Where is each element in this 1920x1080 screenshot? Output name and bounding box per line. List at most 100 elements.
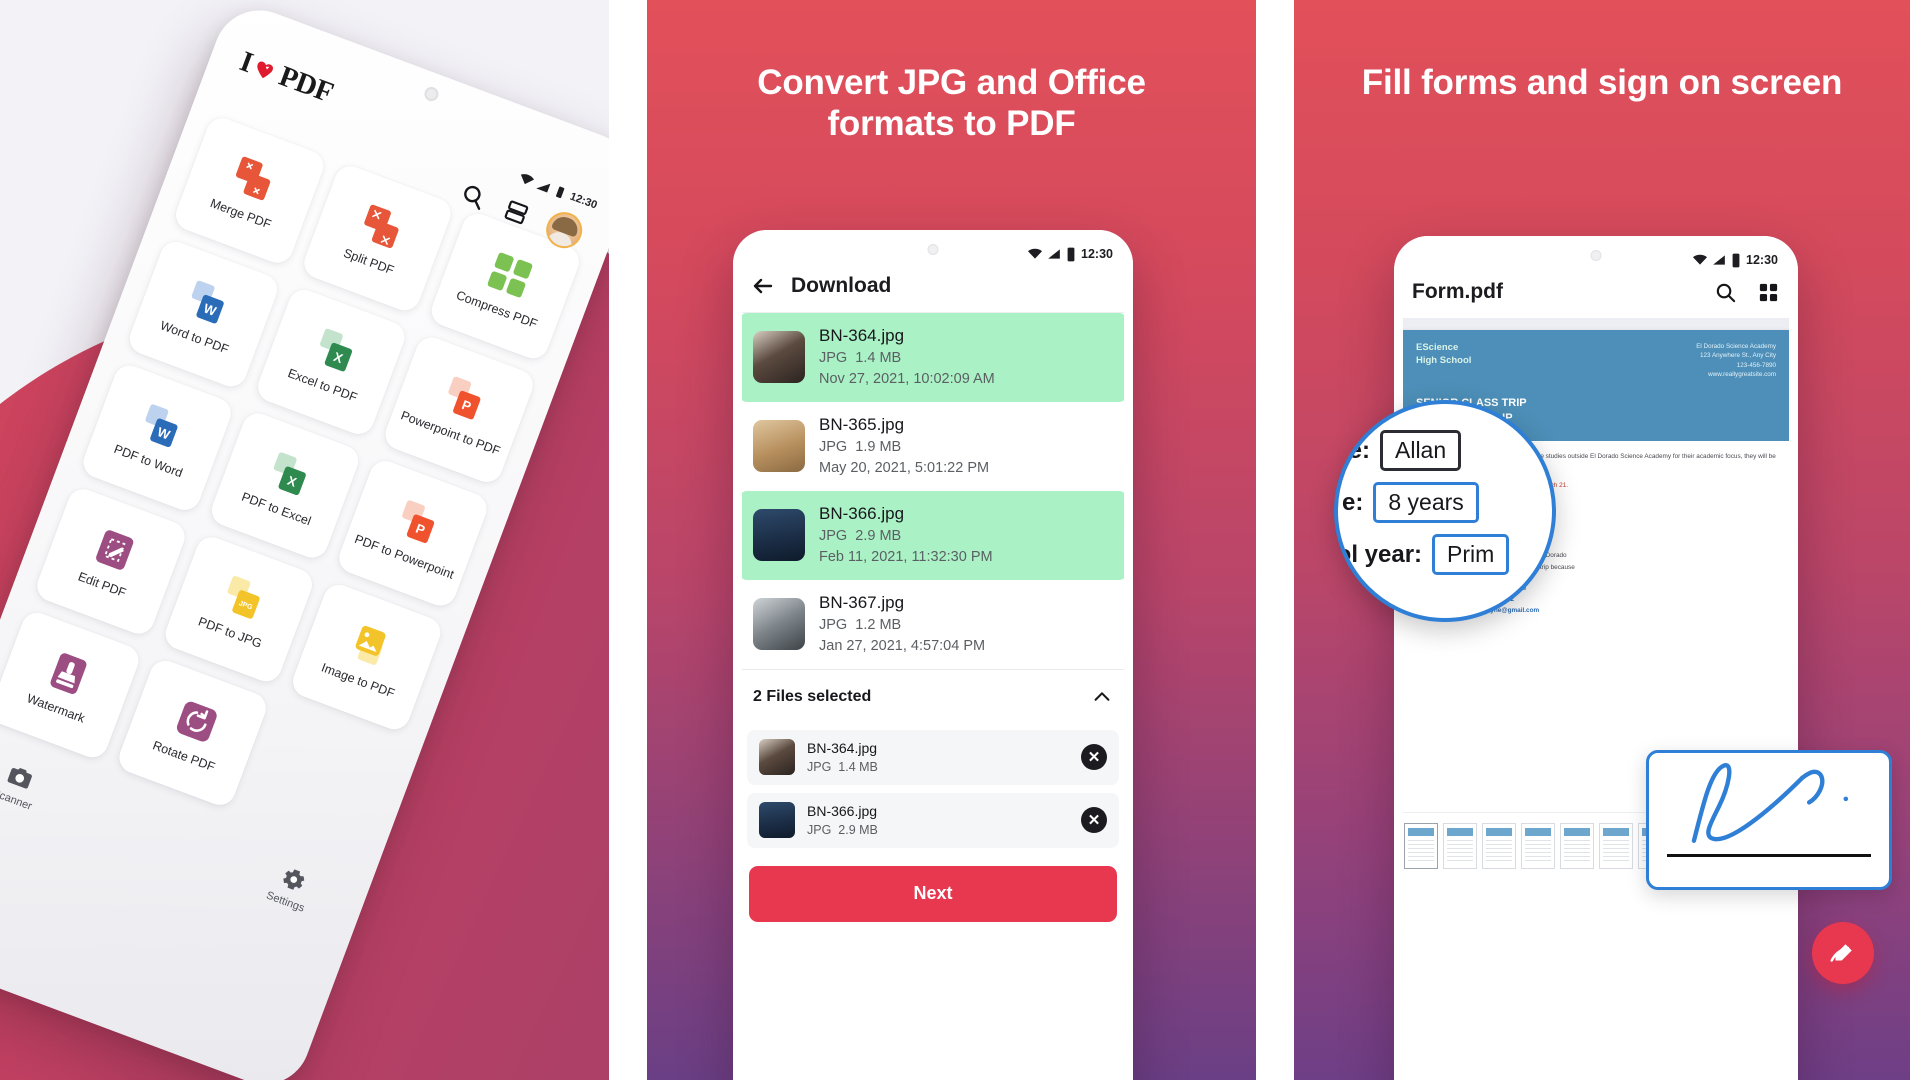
close-circle-icon[interactable]: ✕ bbox=[1081, 807, 1107, 834]
pen-icon bbox=[1830, 944, 1852, 962]
page-thumbnail[interactable] bbox=[1560, 822, 1594, 869]
signature-ink bbox=[1691, 763, 1849, 843]
signal-icon bbox=[1712, 254, 1726, 266]
sign-fab-button[interactable] bbox=[1812, 922, 1874, 984]
magnifier-lens: ne: Allan e: 8 years ool year: Prim bbox=[1334, 400, 1556, 622]
merge-pdf-icon bbox=[227, 152, 281, 206]
panel-home-screen: I PDF 12:30 Merge PDF Split PDF Compress… bbox=[0, 0, 609, 1080]
field-label: e: bbox=[1342, 488, 1364, 516]
tool-card-image-to-pdf[interactable]: Image to PDF bbox=[288, 580, 445, 734]
app-bar: Form.pdf bbox=[1394, 270, 1798, 318]
status-time: 12:30 bbox=[1746, 253, 1778, 267]
panel-convert-screen: Convert JPG and Office formats to PDF 12… bbox=[647, 0, 1256, 1080]
tool-card-rotate-pdf[interactable]: Rotate PDF bbox=[114, 656, 271, 810]
file-size: 1.2 MB bbox=[855, 616, 902, 633]
tool-card-word-to-pdf[interactable]: W Word to PDF bbox=[125, 237, 282, 391]
file-name: BN-367.jpg bbox=[819, 592, 905, 612]
field-value-box[interactable]: 8 years bbox=[1373, 482, 1479, 523]
search-icon[interactable] bbox=[457, 179, 490, 212]
back-arrow-icon[interactable] bbox=[751, 274, 775, 298]
file-date: Jan 27, 2021, 4:57:04 PM bbox=[819, 637, 986, 654]
chevron-up-icon[interactable] bbox=[1091, 686, 1113, 708]
front-camera-icon bbox=[927, 244, 939, 255]
tool-card-pdf-to-powerpoint[interactable]: P PDF to Powerpoint bbox=[334, 456, 492, 611]
tool-card-edit-pdf[interactable]: Edit PDF bbox=[32, 484, 189, 639]
page-thumbnail[interactable] bbox=[1404, 822, 1438, 869]
file-type: JPG bbox=[819, 438, 848, 455]
file-date: Feb 11, 2021, 11:32:30 PM bbox=[819, 548, 993, 565]
file-name: BN-364.jpg bbox=[819, 326, 905, 345]
battery-icon bbox=[1066, 247, 1076, 262]
page-thumbnail[interactable] bbox=[1443, 822, 1477, 869]
page-thumbnail[interactable] bbox=[1482, 822, 1516, 869]
tool-card-watermark[interactable]: Watermark bbox=[0, 608, 143, 762]
powerpoint-to-pdf-icon: P bbox=[436, 372, 490, 426]
nav-item-scanner[interactable]: Scanner bbox=[0, 758, 44, 813]
search-icon[interactable] bbox=[1714, 281, 1737, 304]
page-thumbnail[interactable] bbox=[1599, 822, 1633, 869]
selection-count: 2 Files selected bbox=[753, 687, 872, 705]
wifi-icon bbox=[1028, 248, 1043, 260]
field-value-box[interactable]: Allan bbox=[1380, 430, 1462, 471]
page-thumbnail[interactable] bbox=[1521, 822, 1555, 869]
tool-card-excel-to-pdf[interactable]: X Excel to PDF bbox=[253, 285, 410, 439]
file-size: 2.9 MB bbox=[855, 527, 902, 544]
close-circle-icon[interactable]: ✕ bbox=[1081, 744, 1107, 771]
page-title: Form.pdf bbox=[1412, 280, 1503, 303]
signature-pad[interactable] bbox=[1646, 750, 1892, 890]
phone-mockup-form: 12:30 Form.pdf EScience High School El D… bbox=[1394, 236, 1798, 1080]
status-time: 12:30 bbox=[1081, 247, 1113, 261]
selection-bar[interactable]: 2 Files selected bbox=[733, 668, 1133, 722]
pdf-to-powerpoint-icon: P bbox=[390, 495, 444, 549]
tool-card-pdf-to-jpg[interactable]: JPG PDF to JPG bbox=[160, 532, 317, 686]
panel-fill-sign-screen: Fill forms and sign on screen 12:30 Form… bbox=[1294, 0, 1910, 1080]
magnified-field-school-year: ool year: Prim bbox=[1338, 534, 1552, 575]
image-to-pdf-icon bbox=[344, 619, 398, 673]
panel-headline: Convert JPG and Office formats to PDF bbox=[757, 63, 1146, 144]
tool-label: Compress PDF bbox=[454, 288, 540, 332]
battery-icon bbox=[1731, 253, 1741, 268]
file-date: Nov 27, 2021, 10:02:09 AM bbox=[819, 370, 995, 387]
file-date: May 20, 2021, 5:01:22 PM bbox=[819, 459, 990, 476]
compress-pdf-icon bbox=[483, 248, 537, 302]
file-thumbnail bbox=[753, 420, 805, 473]
pdf-to-excel-icon: X bbox=[262, 447, 316, 501]
file-thumbnail bbox=[753, 509, 805, 562]
file-thumbnail bbox=[753, 331, 805, 384]
wifi-icon bbox=[1693, 254, 1708, 266]
magnified-field-age: e: 8 years bbox=[1342, 482, 1552, 523]
logo-text-post: PDF bbox=[274, 59, 338, 110]
grid-view-icon[interactable] bbox=[1757, 281, 1780, 304]
table-row[interactable]: BN-366.jpg JPG 2.9 MB Feb 11, 2021, 11:3… bbox=[739, 490, 1127, 580]
file-name: BN-366.jpg bbox=[819, 503, 905, 523]
file-thumbnail bbox=[753, 598, 805, 651]
split-pdf-icon bbox=[355, 200, 409, 254]
file-name: BN-365.jpg bbox=[819, 414, 905, 434]
file-type: JPG bbox=[819, 527, 848, 544]
front-camera-icon bbox=[1590, 250, 1602, 261]
next-button[interactable]: Next bbox=[749, 865, 1117, 922]
app-bar-actions bbox=[1714, 281, 1780, 304]
table-row[interactable]: BN-365.jpg JPG 1.9 MB May 20, 2021, 5:01… bbox=[739, 402, 1127, 491]
pdf-to-jpg-icon: JPG bbox=[216, 571, 270, 625]
gear-icon bbox=[277, 863, 310, 896]
school-name: EScience High School bbox=[1416, 342, 1472, 366]
file-name: BN-364.jpg bbox=[807, 739, 878, 756]
tool-card-pdf-to-word[interactable]: W PDF to Word bbox=[78, 360, 236, 515]
table-row[interactable]: BN-367.jpg JPG 1.2 MB Jan 27, 2021, 4:57… bbox=[739, 580, 1127, 669]
heart-icon bbox=[250, 55, 281, 85]
file-size: 1.4 MB bbox=[855, 349, 902, 366]
tool-card-pdf-to-excel[interactable]: X PDF to Excel bbox=[206, 408, 364, 563]
file-size: 1.9 MB bbox=[855, 438, 902, 455]
field-value-box[interactable]: Prim bbox=[1432, 534, 1510, 575]
academy-address: El Dorado Science Academy 123 Anywhere S… bbox=[1696, 343, 1776, 379]
table-row[interactable]: BN-364.jpg JPG 1.4 MB Nov 27, 2021, 10:0… bbox=[739, 313, 1127, 402]
signature-line bbox=[1667, 854, 1871, 857]
edit-pdf-icon bbox=[88, 523, 142, 577]
nav-item-settings[interactable]: Settings bbox=[265, 860, 317, 915]
watermark-icon bbox=[42, 647, 96, 701]
tool-card-powerpoint-to-pdf[interactable]: P Powerpoint to PDF bbox=[381, 333, 538, 487]
page-title: Download bbox=[791, 274, 892, 297]
file-type: JPG bbox=[807, 759, 832, 774]
file-name: BN-366.jpg bbox=[807, 802, 878, 819]
